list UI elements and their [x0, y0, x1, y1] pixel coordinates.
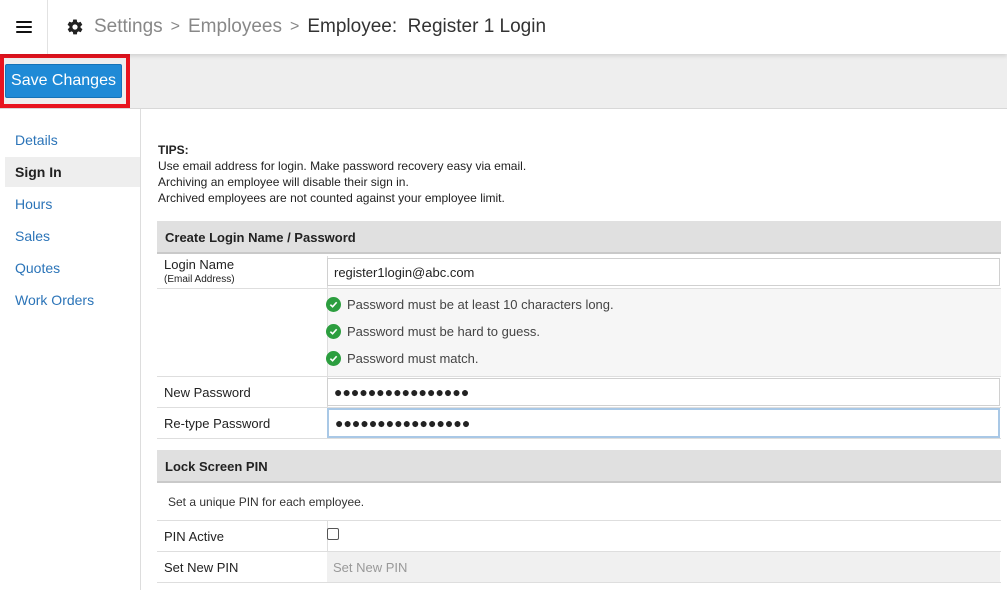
- sidebar: Details Sign In Hours Sales Quotes Work …: [0, 109, 141, 590]
- password-rule: Password must match.: [326, 351, 479, 366]
- pin-section-header: Lock Screen PIN: [157, 450, 1001, 483]
- set-pin-label: Set New PIN: [164, 560, 239, 575]
- new-password-label: New Password: [164, 385, 251, 400]
- password-rule: Password must be hard to guess.: [326, 324, 540, 339]
- pin-note-row: Set a unique PIN for each employee.: [157, 485, 1001, 521]
- retype-password-row: Re-type Password ●●●●●●●●●●●●●●●●: [157, 408, 1001, 439]
- sidebar-item-details[interactable]: Details: [5, 125, 140, 155]
- pin-note: Set a unique PIN for each employee.: [168, 495, 365, 509]
- login-name-label-text: Login Name: [164, 257, 235, 272]
- tips-block: TIPS: Use email address for login. Make …: [158, 142, 526, 206]
- login-name-label: Login Name (Email Address): [164, 258, 235, 287]
- gear-icon: [67, 19, 83, 35]
- password-rule-text: Password must match.: [347, 351, 479, 366]
- check-circle-icon: [326, 324, 341, 339]
- password-rule-text: Password must be at least 10 characters …: [347, 297, 614, 312]
- page-title: Employee: Register 1 Login: [307, 16, 547, 37]
- retype-password-input[interactable]: ●●●●●●●●●●●●●●●●: [327, 408, 1000, 438]
- check-circle-icon: [326, 351, 341, 366]
- sidebar-item-quotes[interactable]: Quotes: [5, 253, 140, 283]
- set-pin-row: Set New PIN: [157, 552, 1001, 583]
- pin-active-row: PIN Active: [157, 521, 1001, 552]
- breadcrumb-separator: >: [290, 18, 300, 35]
- login-section-header: Create Login Name / Password: [157, 221, 1001, 254]
- tip-line: Archived employees are not counted again…: [158, 191, 505, 205]
- top-bar: Settings > Employees > Employee: Registe…: [0, 0, 1007, 54]
- password-rules-row: Password must be at least 10 characters …: [157, 289, 1001, 377]
- hamburger-menu-button[interactable]: [0, 0, 48, 54]
- login-name-input[interactable]: [327, 258, 1000, 286]
- login-name-row: Login Name (Email Address): [157, 256, 1001, 289]
- rules-label-cell: [157, 289, 328, 376]
- sidebar-item-sign-in[interactable]: Sign In: [5, 157, 140, 187]
- check-circle-icon: [326, 297, 341, 312]
- sidebar-item-hours[interactable]: Hours: [5, 189, 140, 219]
- breadcrumb: Settings > Employees > Employee: Registe…: [66, 0, 546, 54]
- password-rule: Password must be at least 10 characters …: [326, 297, 614, 312]
- sidebar-item-work-orders[interactable]: Work Orders: [5, 285, 140, 315]
- breadcrumb-separator: >: [170, 18, 180, 35]
- retype-password-label: Re-type Password: [164, 416, 271, 431]
- pin-active-label: PIN Active: [164, 529, 224, 544]
- save-changes-button[interactable]: Save Changes: [5, 64, 122, 98]
- set-new-pin-input[interactable]: [327, 552, 1000, 582]
- tip-line: Archiving an employee will disable their…: [158, 175, 409, 189]
- password-rule-text: Password must be hard to guess.: [347, 324, 540, 339]
- login-name-sublabel: (Email Address): [164, 274, 235, 285]
- tips-title: TIPS:: [158, 143, 189, 157]
- hamburger-icon: [15, 21, 32, 33]
- new-password-input[interactable]: ●●●●●●●●●●●●●●●●: [327, 378, 1000, 406]
- breadcrumb-settings-link[interactable]: Settings: [94, 16, 163, 38]
- toolbar: Save Changes: [0, 54, 1007, 109]
- pin-active-checkbox[interactable]: [327, 528, 339, 540]
- sidebar-item-sales[interactable]: Sales: [5, 221, 140, 251]
- new-password-row: New Password ●●●●●●●●●●●●●●●●: [157, 377, 1001, 408]
- save-button-highlight: Save Changes: [0, 54, 130, 108]
- breadcrumb-employees-link[interactable]: Employees: [188, 16, 282, 38]
- tip-line: Use email address for login. Make passwo…: [158, 159, 527, 173]
